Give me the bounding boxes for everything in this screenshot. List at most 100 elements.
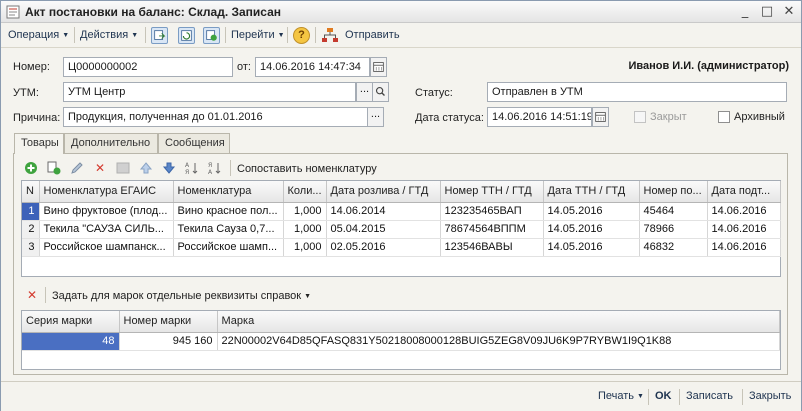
close-icon[interactable]: ✕: [781, 4, 797, 20]
cell[interactable]: 123546ВАВЫ: [440, 238, 544, 257]
current-user: Иванов И.И. (администратор): [628, 60, 789, 72]
document-window: Акт постановки на баланс: Склад. Записан…: [0, 0, 802, 411]
table-header-row: N Номенклатура ЕГАИС Номенклатура Коли..…: [22, 181, 781, 203]
column-header[interactable]: Дата ТТН / ГТД: [543, 181, 640, 203]
copy-row-icon[interactable]: [47, 161, 61, 175]
move-down-icon[interactable]: [162, 161, 176, 175]
number-field[interactable]: Ц0000000002: [63, 57, 233, 77]
reason-field[interactable]: Продукция, полученная до 01.01.2016: [63, 107, 368, 127]
operation-menu[interactable]: Операция ▼: [8, 29, 69, 41]
set-mark-details-label: Задать для марок отдельные реквизиты спр…: [52, 290, 302, 302]
operation-menu-label: Операция: [8, 29, 60, 41]
send-button[interactable]: Отправить: [345, 29, 400, 41]
cell[interactable]: Вино красное пол...: [173, 202, 284, 221]
cell[interactable]: Российское шампанск...: [39, 238, 174, 257]
row-number: 3: [22, 238, 40, 257]
document-date-field[interactable]: 14.06.2016 14:47:34: [255, 57, 370, 77]
cell[interactable]: 1,000: [283, 220, 327, 239]
post-document-icon[interactable]: [151, 27, 168, 44]
cell[interactable]: 78966: [639, 220, 708, 239]
delete-row-icon[interactable]: ✕: [93, 161, 107, 175]
cell[interactable]: Вино фруктовое (плод...: [39, 202, 174, 221]
column-header[interactable]: Коли...: [283, 181, 327, 203]
refresh-icon[interactable]: [178, 27, 195, 44]
status-date-label: Дата статуса:: [415, 112, 484, 124]
help-icon[interactable]: ?: [293, 27, 310, 44]
cell[interactable]: 46832: [639, 238, 708, 257]
send-structure-icon[interactable]: [321, 27, 339, 44]
sort-ascending-icon[interactable]: AЯ: [185, 161, 199, 175]
column-header[interactable]: Номер марки: [119, 311, 218, 333]
move-up-icon[interactable]: [139, 161, 153, 175]
tab-goods[interactable]: Товары: [14, 133, 64, 154]
marks-table: Серия марки Номер марки Марка 48 945 160…: [21, 310, 781, 370]
add-row-icon[interactable]: [24, 161, 38, 175]
goto-menu[interactable]: Перейти ▼: [231, 29, 285, 41]
status-date-field[interactable]: 14.06.2016 14:51:19: [487, 107, 592, 127]
column-header[interactable]: Дата розлива / ГТД: [326, 181, 441, 203]
column-header[interactable]: N: [22, 181, 40, 203]
copy-document-icon[interactable]: [203, 27, 220, 44]
cell[interactable]: Текила "САУЗА СИЛЬ...: [39, 220, 174, 239]
cell[interactable]: 14.06.2016: [707, 202, 781, 221]
svg-text:Я: Я: [208, 162, 212, 169]
utm-field[interactable]: УТМ Центр: [63, 82, 356, 102]
actions-menu[interactable]: Действия ▼: [80, 29, 138, 41]
cell[interactable]: 14.06.2014: [326, 202, 441, 221]
search-icon[interactable]: [372, 82, 389, 102]
column-header[interactable]: Серия марки: [22, 311, 120, 333]
cell[interactable]: 05.04.2015: [326, 220, 441, 239]
column-header[interactable]: Номер по...: [639, 181, 708, 203]
cell[interactable]: Российское шамп...: [173, 238, 284, 257]
archived-checkbox[interactable]: [718, 111, 730, 123]
cell[interactable]: 22N00002V64D85QFASQ831Y50218008000128BUI…: [217, 332, 780, 351]
sort-descending-icon[interactable]: ЯA: [208, 161, 222, 175]
reason-select-button[interactable]: ...: [367, 107, 384, 127]
cell[interactable]: 945 160: [119, 332, 218, 351]
cell[interactable]: 14.05.2016: [543, 238, 640, 257]
calendar-icon[interactable]: [592, 107, 609, 127]
table-row[interactable]: 3 Российское шампанск... Российское шамп…: [22, 238, 781, 257]
cell[interactable]: Текила Сауза 0,7...: [173, 220, 284, 239]
column-header[interactable]: Номенклатура ЕГАИС: [39, 181, 174, 203]
toolbar-separator: [648, 389, 649, 405]
cell[interactable]: 1,000: [283, 238, 327, 257]
tab-messages[interactable]: Сообщения: [158, 133, 230, 153]
cell[interactable]: 78674564ВППМ: [440, 220, 544, 239]
match-nomenclature-button[interactable]: Сопоставить номенклатуру: [237, 163, 377, 175]
maximize-icon[interactable]: □: [759, 4, 775, 20]
tab-additional[interactable]: Дополнительно: [64, 133, 158, 153]
closed-checkbox[interactable]: [634, 111, 646, 123]
table-row[interactable]: 48 945 160 22N00002V64D85QFASQ831Y502180…: [22, 332, 780, 351]
table-row[interactable]: 1 Вино фруктовое (плод... Вино красное п…: [22, 202, 781, 221]
cell[interactable]: 45464: [639, 202, 708, 221]
cell[interactable]: 14.06.2016: [707, 220, 781, 239]
toolbar-separator: [230, 160, 231, 176]
table-row[interactable]: 2 Текила "САУЗА СИЛЬ... Текила Сауза 0,7…: [22, 220, 781, 239]
date-from-label: от:: [237, 61, 251, 73]
cell[interactable]: 123235465ВАП: [440, 202, 544, 221]
cell[interactable]: 14.05.2016: [543, 220, 640, 239]
title-bar: Акт постановки на баланс: Склад. Записан…: [1, 1, 801, 23]
save-button[interactable]: Записать: [686, 390, 733, 402]
cell[interactable]: 14.05.2016: [543, 202, 640, 221]
delete-mark-icon[interactable]: ✕: [25, 288, 39, 302]
toolbar-separator: [742, 389, 743, 405]
calendar-icon[interactable]: [370, 57, 387, 77]
close-button[interactable]: Закрыть: [749, 390, 791, 402]
minimize-icon[interactable]: _: [737, 4, 753, 20]
print-menu[interactable]: Печать ▼: [598, 390, 644, 402]
cell[interactable]: 02.05.2016: [326, 238, 441, 257]
status-field[interactable]: Отправлен в УТМ: [487, 82, 787, 102]
column-header[interactable]: Дата подт...: [707, 181, 781, 203]
set-mark-details-menu[interactable]: Задать для марок отдельные реквизиты спр…: [52, 290, 311, 302]
utm-select-button[interactable]: ...: [356, 82, 373, 102]
column-header[interactable]: Марка: [217, 311, 780, 333]
edit-pencil-icon[interactable]: [70, 161, 84, 175]
column-header[interactable]: Номенклатура: [173, 181, 284, 203]
column-header[interactable]: Номер ТТН / ГТД: [440, 181, 544, 203]
ok-button[interactable]: OK: [655, 390, 672, 402]
cell[interactable]: 14.06.2016: [707, 238, 781, 257]
cell[interactable]: 1,000: [283, 202, 327, 221]
cell[interactable]: 48: [22, 332, 120, 351]
